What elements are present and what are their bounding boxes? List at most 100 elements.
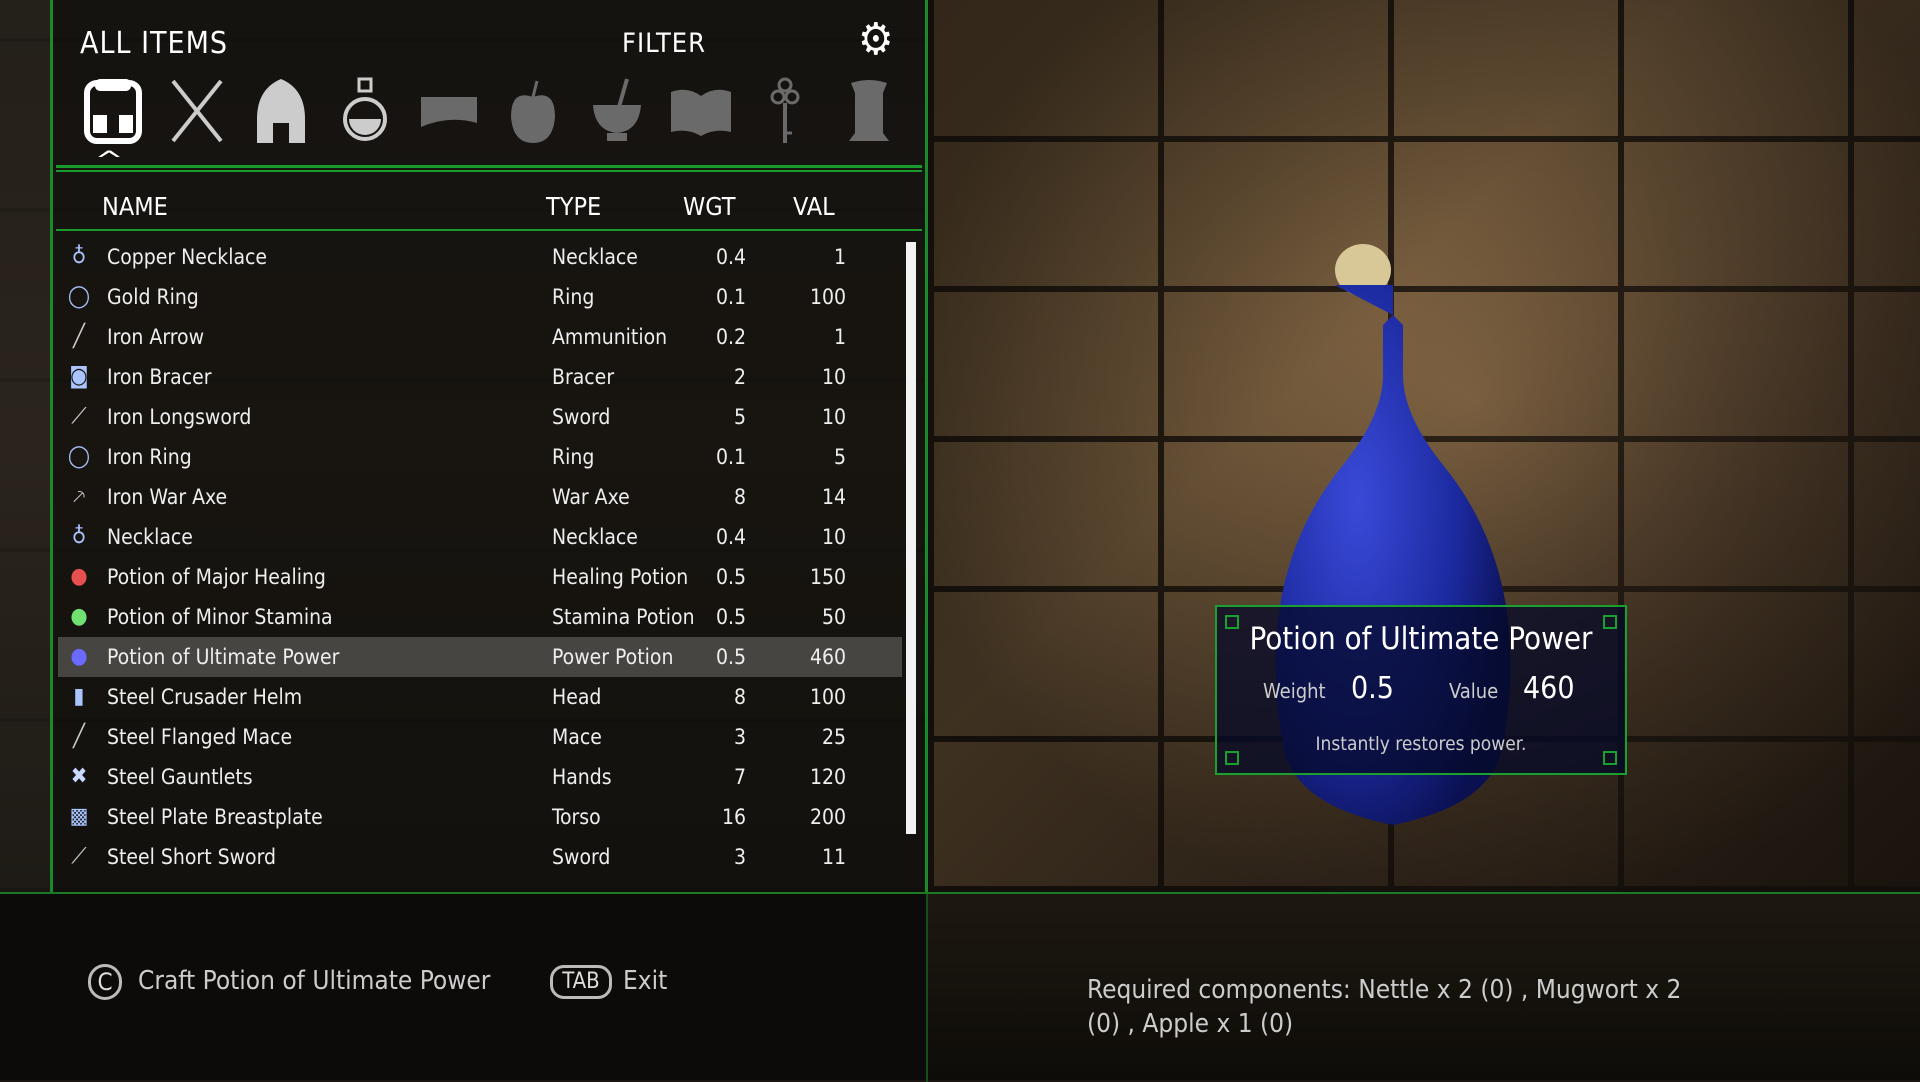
column-header-type[interactable]: TYPE	[546, 192, 601, 221]
item-value: 200	[809, 805, 846, 829]
book-icon[interactable]	[666, 76, 736, 146]
item-weight: 0.5	[715, 565, 746, 589]
item-value: 1	[833, 245, 846, 269]
scroll-icon[interactable]	[414, 76, 484, 146]
item-weight: 0.4	[715, 525, 746, 549]
green-potion-icon: ●	[70, 604, 88, 629]
item-type: Ring	[552, 285, 595, 309]
item-name: Potion of Major Healing	[107, 565, 326, 589]
required-components-line2: (0) , Apple x 1 (0)	[1087, 1009, 1294, 1039]
necklace-icon: ♁	[71, 244, 87, 269]
item-name: Iron Arrow	[107, 325, 205, 349]
item-type: Torso	[552, 805, 601, 829]
item-name: Iron War Axe	[107, 485, 228, 509]
item-type: Healing Potion	[552, 565, 689, 589]
item-value: 14	[821, 485, 846, 509]
filter-label[interactable]: FILTER	[622, 28, 706, 59]
item-row[interactable]: ♁ Necklace Necklace 0.4 10	[58, 517, 902, 557]
item-name: Iron Longsword	[107, 405, 252, 429]
item-row[interactable]: ⟋ Steel Short Sword Sword 3 11	[58, 837, 902, 877]
column-header-name[interactable]: NAME	[102, 192, 168, 221]
item-weight: 0.2	[715, 325, 746, 349]
tooltip-title: Potion of Ultimate Power	[1249, 621, 1593, 657]
item-type: War Axe	[552, 485, 630, 509]
misc-icon[interactable]	[834, 76, 904, 146]
item-row[interactable]: ✖ Steel Gauntlets Hands 7 120	[58, 757, 902, 797]
gear-icon[interactable]: ⚙	[858, 18, 894, 62]
item-value: 460	[809, 645, 846, 669]
potion-icon[interactable]	[330, 76, 400, 146]
item-name: Iron Ring	[107, 445, 192, 469]
item-weight: 2	[733, 365, 746, 389]
column-header-weight[interactable]: WGT	[683, 192, 736, 221]
item-type: Stamina Potion	[552, 605, 695, 629]
item-row[interactable]: ⸕ Iron War Axe War Axe 8 14	[58, 477, 902, 517]
item-type: Power Potion	[552, 645, 674, 669]
item-value: 10	[821, 365, 846, 389]
item-row[interactable]: ⟋ Iron Longsword Sword 5 10	[58, 397, 902, 437]
item-row[interactable]: ▩ Steel Plate Breastplate Torso 16 200	[58, 797, 902, 837]
divider	[56, 165, 922, 168]
item-weight: 16	[721, 805, 746, 829]
item-row[interactable]: ◯ Gold Ring Ring 0.1 100	[58, 277, 902, 317]
item-name: Copper Necklace	[107, 245, 268, 269]
item-name: Gold Ring	[107, 285, 199, 309]
item-weight: 7	[733, 765, 746, 789]
item-type: Necklace	[552, 245, 638, 269]
bracer-icon: ◙	[69, 364, 89, 389]
red-potion-icon: ●	[70, 564, 88, 589]
item-value: 10	[821, 525, 846, 549]
column-header-value[interactable]: VAL	[793, 192, 835, 221]
key-icon[interactable]	[750, 76, 820, 146]
item-row[interactable]: ╱ Steel Flanged Mace Mace 3 25	[58, 717, 902, 757]
item-row[interactable]: ╱ Iron Arrow Ammunition 0.2 1	[58, 317, 902, 357]
item-value: 10	[821, 405, 846, 429]
apple-icon[interactable]	[498, 76, 568, 146]
item-type: Bracer	[552, 365, 615, 389]
helmet-icon[interactable]	[246, 76, 316, 146]
item-value: 25	[821, 725, 846, 749]
category-title: ALL ITEMS	[80, 26, 228, 61]
sword-icon: ⟋	[71, 844, 87, 869]
item-row[interactable]: ● Potion of Ultimate Power Power Potion …	[58, 637, 902, 677]
craft-label: Craft Potion of Ultimate Power	[138, 966, 491, 996]
mortar-pestle-icon[interactable]	[582, 76, 652, 146]
backpack-icon[interactable]	[78, 76, 148, 146]
item-tooltip: Potion of Ultimate Power Weight 0.5 Valu…	[1215, 605, 1627, 775]
item-type: Hands	[552, 765, 612, 789]
gauntlets-icon: ✖	[70, 764, 88, 789]
item-row[interactable]: ♁ Copper Necklace Necklace 0.4 1	[58, 237, 902, 277]
item-value: 150	[809, 565, 846, 589]
required-components-line1: Required components: Nettle x 2 (0) , Mu…	[1087, 975, 1682, 1005]
divider	[926, 894, 928, 1082]
mace-icon: ╱	[73, 724, 85, 749]
item-value: 11	[821, 845, 846, 869]
item-weight: 5	[733, 405, 746, 429]
item-weight: 8	[733, 485, 746, 509]
item-type: Ammunition	[552, 325, 668, 349]
crossed-swords-icon[interactable]	[162, 76, 232, 146]
ring-icon: ◯	[67, 444, 91, 469]
item-value: 50	[821, 605, 846, 629]
item-weight: 0.5	[715, 645, 746, 669]
weight-value: 0.5	[1351, 671, 1394, 706]
category-bar	[78, 76, 904, 146]
item-row[interactable]: ● Potion of Minor Stamina Stamina Potion…	[58, 597, 902, 637]
divider	[56, 229, 922, 231]
item-row[interactable]: ◙ Iron Bracer Bracer 2 10	[58, 357, 902, 397]
item-type: Necklace	[552, 525, 638, 549]
sword-icon: ⟋	[71, 404, 87, 429]
item-name: Potion of Minor Stamina	[107, 605, 333, 629]
item-row[interactable]: ◯ Iron Ring Ring 0.1 5	[58, 437, 902, 477]
item-name: Iron Bracer	[107, 365, 212, 389]
arrow-icon: ╱	[73, 324, 85, 349]
scrollbar[interactable]	[906, 242, 916, 834]
blue-potion-icon: ●	[70, 644, 88, 669]
item-row[interactable]: ▮ Steel Crusader Helm Head 8 100	[58, 677, 902, 717]
item-weight: 0.1	[715, 285, 746, 309]
necklace-icon: ♁	[71, 524, 87, 549]
item-name: Steel Crusader Helm	[107, 685, 303, 709]
item-row[interactable]: ● Potion of Major Healing Healing Potion…	[58, 557, 902, 597]
item-type: Ring	[552, 445, 595, 469]
ring-icon: ◯	[67, 284, 91, 309]
